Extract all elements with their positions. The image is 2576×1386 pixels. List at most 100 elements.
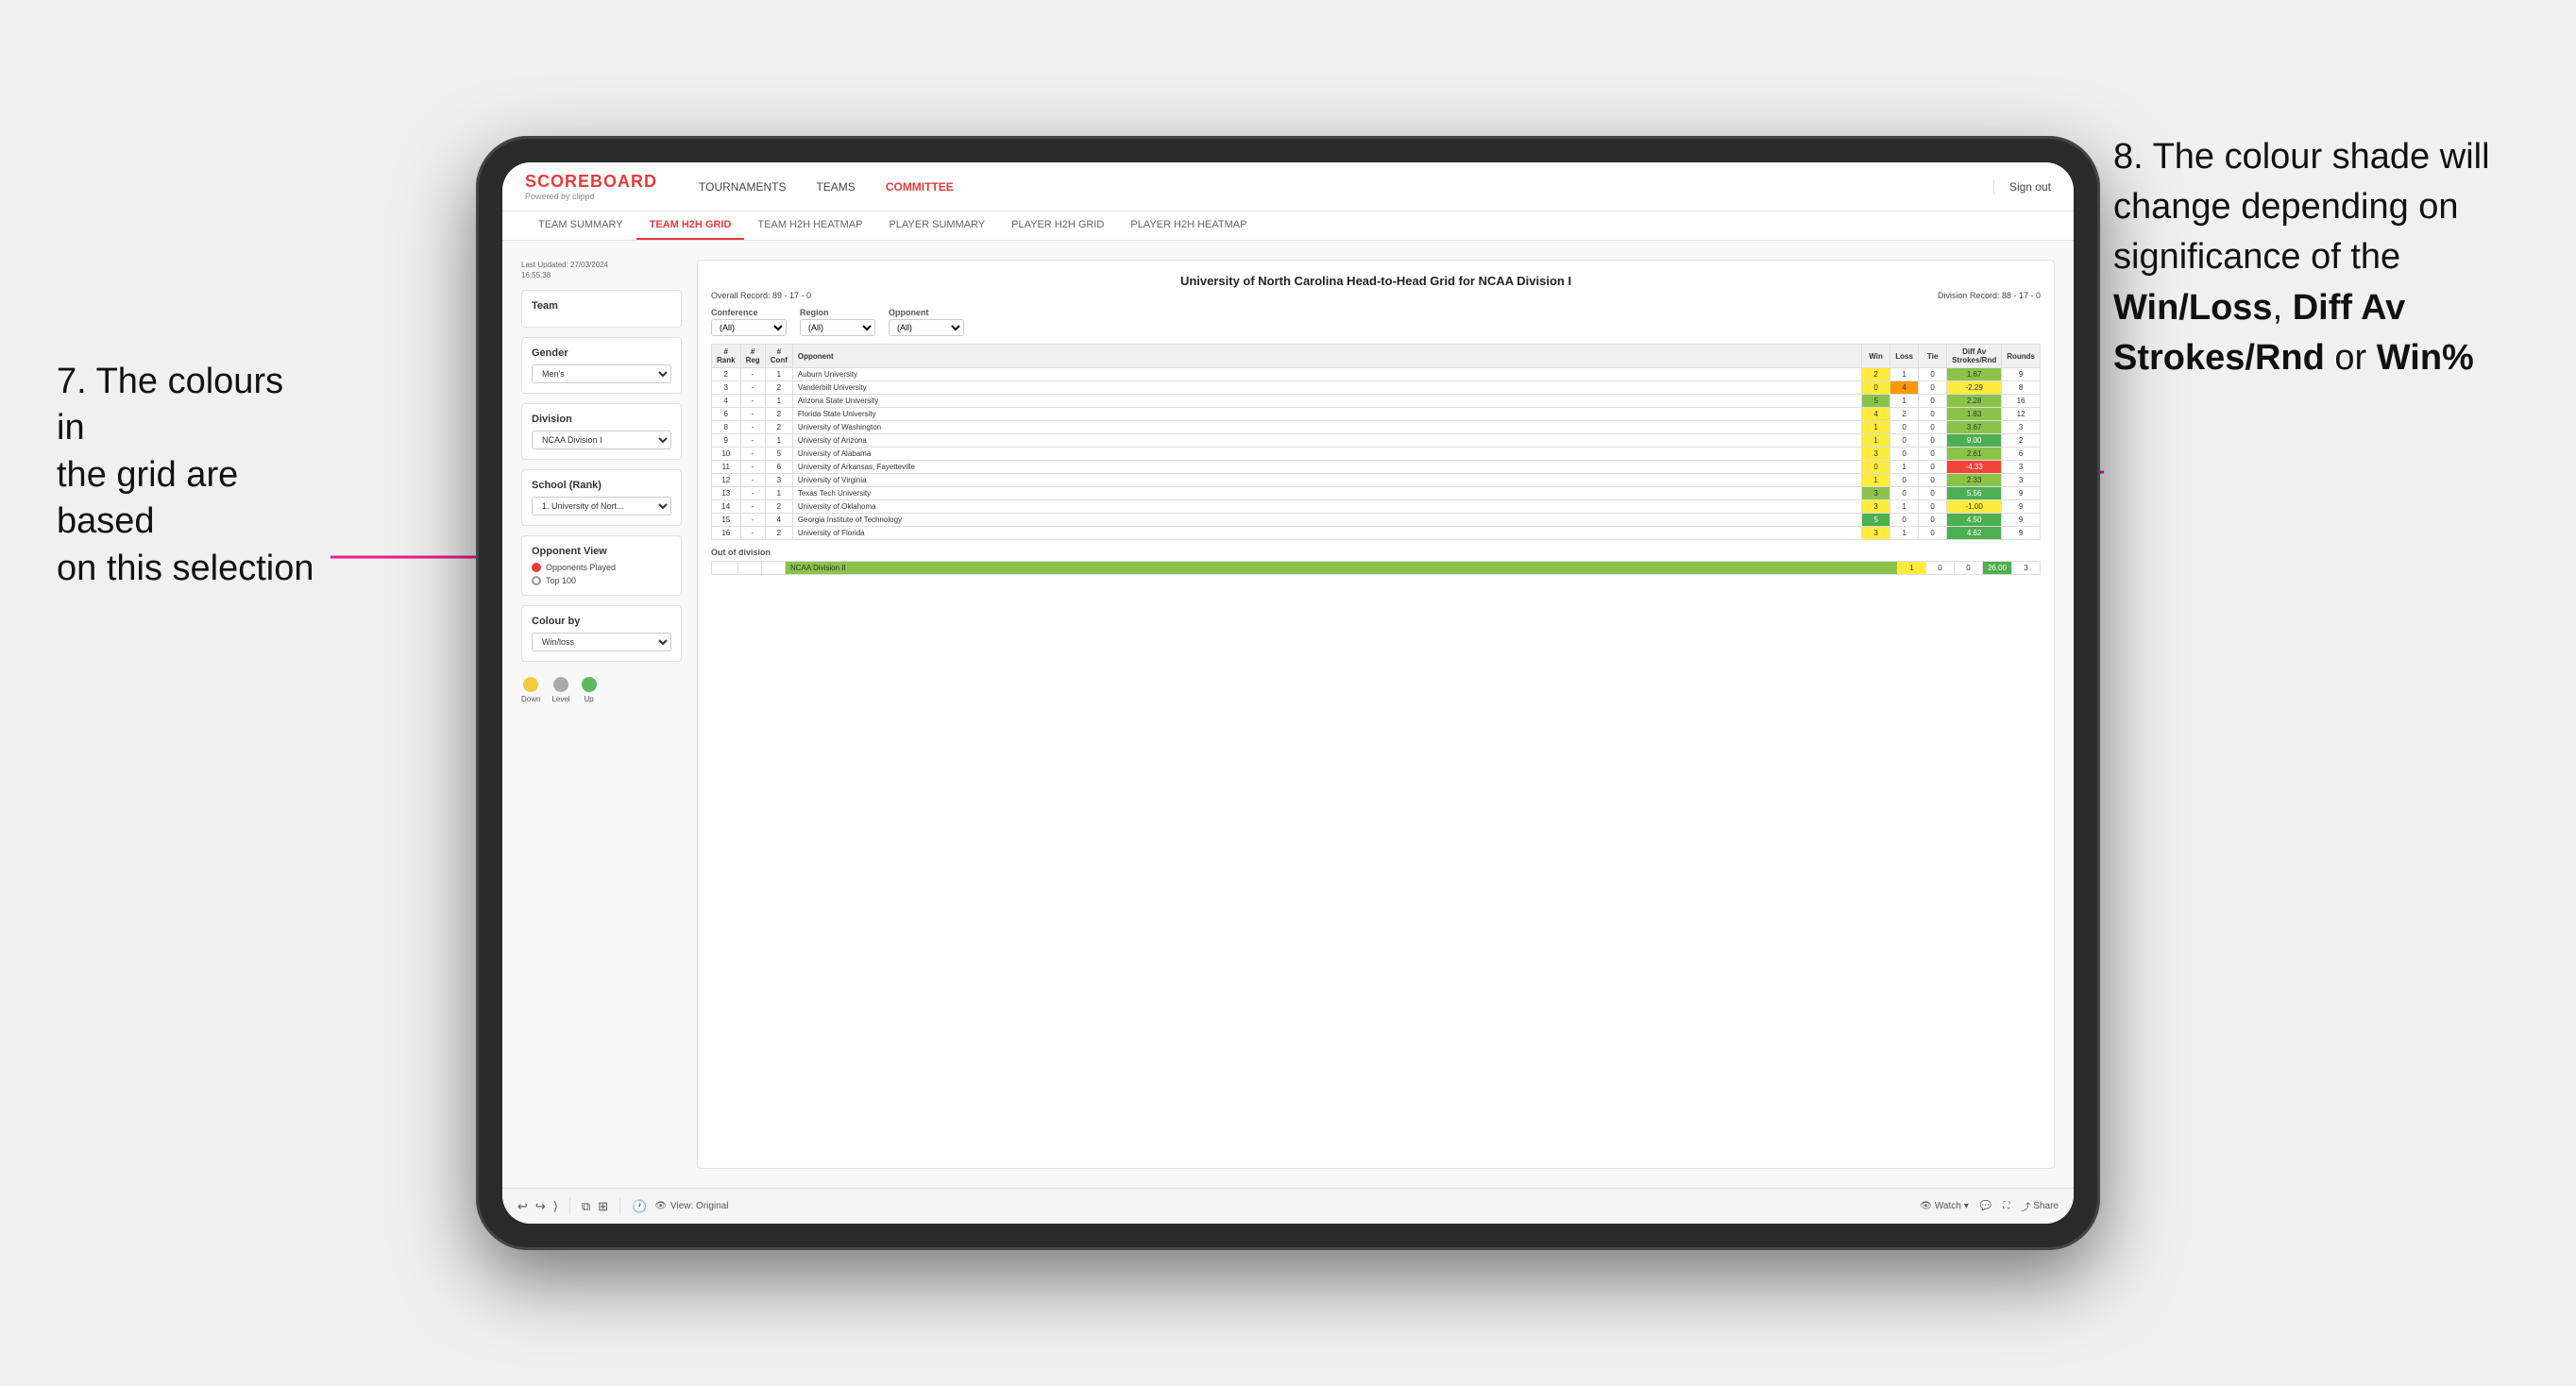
gender-select[interactable]: Men's: [532, 364, 671, 383]
legend-dot-down: [523, 677, 538, 692]
nav-teams[interactable]: TEAMS: [803, 175, 868, 199]
table-row: 13 - 1 Texas Tech University 3 0 0 5.56 …: [712, 487, 2041, 500]
table-row: 4 - 1 Arizona State University 5 1 0 2.2…: [712, 395, 2041, 408]
out-div-diff: 26.00: [1982, 562, 2011, 575]
opponent-select[interactable]: (All): [889, 319, 964, 336]
expand-icon: ⛶: [2003, 1201, 2009, 1211]
opponent-view-label: Opponent View: [532, 546, 671, 557]
sub-nav-team-summary[interactable]: TEAM SUMMARY: [525, 211, 636, 240]
conference-label: Conference: [711, 308, 787, 317]
out-of-division-table: NCAA Division II 1 0 0 26.00 3: [711, 561, 2041, 575]
paste-icon[interactable]: ⊞: [598, 1199, 608, 1214]
radio-opponents-played[interactable]: Opponents Played: [532, 563, 671, 572]
tablet-device: SCOREBOARD Powered by clippd TOURNAMENTS…: [476, 136, 2100, 1250]
grid-subtitle: Overall Record: 89 - 17 - 0 Division Rec…: [711, 291, 2041, 300]
gender-label: Gender: [532, 347, 671, 359]
forward-icon[interactable]: ⟩: [553, 1199, 558, 1214]
comment-icon: 💬: [1980, 1201, 1991, 1211]
th-loss: Loss: [1890, 345, 1919, 368]
out-div-win: 1: [1897, 562, 1925, 575]
legend-up: Up: [582, 677, 597, 703]
toolbar: ↩ ↪ ⟩ ⧉ ⊞ 🕐 👁 View: Original 👁 Watch ▾ 💬: [502, 1188, 2074, 1224]
th-rank: #Rank: [712, 345, 741, 368]
watch-button[interactable]: 👁 Watch ▾: [1920, 1201, 1969, 1211]
data-table: #Rank #Reg #Conf Opponent Win Loss Tie D…: [711, 344, 2041, 1155]
colour-by-select[interactable]: Win/loss: [532, 633, 671, 651]
th-rounds: Rounds: [2002, 345, 2041, 368]
division-select[interactable]: NCAA Division I: [532, 431, 671, 449]
out-of-division: Out of division NCAA Division II 1 0: [711, 548, 2041, 575]
table-row: NCAA Division II 1 0 0 26.00 3: [712, 562, 2041, 575]
radio-group: Opponents Played Top 100: [532, 563, 671, 585]
last-updated: Last Updated: 27/03/2024 16:55:38: [521, 260, 682, 280]
division-label: Division: [532, 414, 671, 425]
nav-committee[interactable]: COMMITTEE: [873, 175, 967, 199]
table-row: 16 - 2 University of Florida 3 1 0 4.62 …: [712, 527, 2041, 540]
table-row: 10 - 5 University of Alabama 3 0 0 2.61 …: [712, 448, 2041, 461]
th-conf: #Conf: [765, 345, 792, 368]
radio-dot-top100: [532, 576, 541, 585]
nav-tournaments[interactable]: TOURNAMENTS: [686, 175, 799, 199]
out-div-tie: 0: [1954, 562, 1982, 575]
school-section: School (Rank) 1. University of Nort...: [521, 469, 682, 526]
opponent-view-section: Opponent View Opponents Played Top 100: [521, 535, 682, 596]
team-label: Team: [532, 300, 671, 312]
radio-top100[interactable]: Top 100: [532, 576, 671, 585]
legend-row: Down Level Up: [521, 677, 682, 703]
radio-dot-opponents: [532, 563, 541, 572]
expand-button[interactable]: ⛶: [2003, 1201, 2009, 1211]
app-header: SCOREBOARD Powered by clippd TOURNAMENTS…: [502, 162, 2074, 211]
sub-nav-team-h2h-heatmap[interactable]: TEAM H2H HEATMAP: [744, 211, 875, 240]
undo-icon[interactable]: ↩: [517, 1199, 528, 1214]
school-label: School (Rank): [532, 480, 671, 491]
table-row: 15 - 4 Georgia Institute of Technology 5…: [712, 514, 2041, 527]
out-div-loss: 0: [1925, 562, 1954, 575]
toolbar-separator-2: [619, 1198, 620, 1215]
region-label: Region: [800, 308, 875, 317]
sign-out-link[interactable]: Sign out: [1993, 180, 2051, 194]
table-row: 6 - 2 Florida State University 4 2 0 1.8…: [712, 408, 2041, 421]
filters-row: Conference (All) Region (All) Opponent: [711, 308, 2041, 336]
sub-nav-player-h2h-grid[interactable]: PLAYER H2H GRID: [998, 211, 1117, 240]
redo-icon[interactable]: ↪: [535, 1199, 546, 1214]
toolbar-separator-1: [569, 1198, 570, 1215]
comment-button[interactable]: 💬: [1980, 1201, 1991, 1211]
sub-nav-player-summary[interactable]: PLAYER SUMMARY: [875, 211, 998, 240]
table-row: 3 - 2 Vanderbilt University 0 4 0 -2.29 …: [712, 381, 2041, 395]
school-select[interactable]: 1. University of Nort...: [532, 497, 671, 516]
h2h-table: #Rank #Reg #Conf Opponent Win Loss Tie D…: [711, 344, 2041, 540]
annotation-left: 7. The colours in the grid are based on …: [57, 359, 321, 592]
legend-level: Level: [551, 677, 569, 703]
out-of-division-label: Out of division: [711, 548, 2041, 557]
sub-nav-player-h2h-heatmap[interactable]: PLAYER H2H HEATMAP: [1117, 211, 1260, 240]
watch-chevron: ▾: [1964, 1201, 1969, 1211]
grid-area: University of North Carolina Head-to-Hea…: [697, 260, 2055, 1169]
out-div-rounds: 3: [2012, 562, 2041, 575]
table-row: 2 - 1 Auburn University 2 1 0 1.67 9: [712, 368, 2041, 381]
table-row: 11 - 6 University of Arkansas, Fayettevi…: [712, 461, 2041, 474]
region-select[interactable]: (All): [800, 319, 875, 336]
legend-dot-up: [582, 677, 597, 692]
annotation-right: 8. The colour shade will change dependin…: [2113, 132, 2519, 383]
filter-opponent: Opponent (All): [889, 308, 964, 336]
share-button[interactable]: ⤴ Share: [2021, 1199, 2059, 1213]
table-row: 14 - 2 University of Oklahoma 3 1 0 -1.0…: [712, 500, 2041, 514]
colour-by-label: Colour by: [532, 616, 671, 627]
division-record: Division Record: 88 - 17 - 0: [1938, 291, 2041, 300]
nav-items: TOURNAMENTS TEAMS COMMITTEE: [686, 175, 1993, 199]
copy-icon[interactable]: ⧉: [582, 1199, 590, 1214]
conference-select[interactable]: (All): [711, 319, 787, 336]
watch-icon: 👁: [1920, 1201, 1932, 1211]
view-icon: 👁: [654, 1201, 667, 1211]
sub-nav-team-h2h-grid[interactable]: TEAM H2H GRID: [636, 211, 745, 240]
out-division-name: NCAA Division II: [786, 562, 1898, 575]
team-section: Team: [521, 290, 682, 328]
clock-icon[interactable]: 🕐: [632, 1199, 647, 1214]
view-original[interactable]: 👁 View: Original: [654, 1201, 728, 1211]
th-win: Win: [1862, 345, 1890, 368]
main-content: Last Updated: 27/03/2024 16:55:38 Team G…: [502, 241, 2074, 1188]
division-section: Division NCAA Division I: [521, 403, 682, 460]
table-row: 9 - 1 University of Arizona 1 0 0 9.00 2: [712, 434, 2041, 448]
opponent-filter-label: Opponent: [889, 308, 964, 317]
logo-area: SCOREBOARD Powered by clippd: [525, 172, 657, 201]
